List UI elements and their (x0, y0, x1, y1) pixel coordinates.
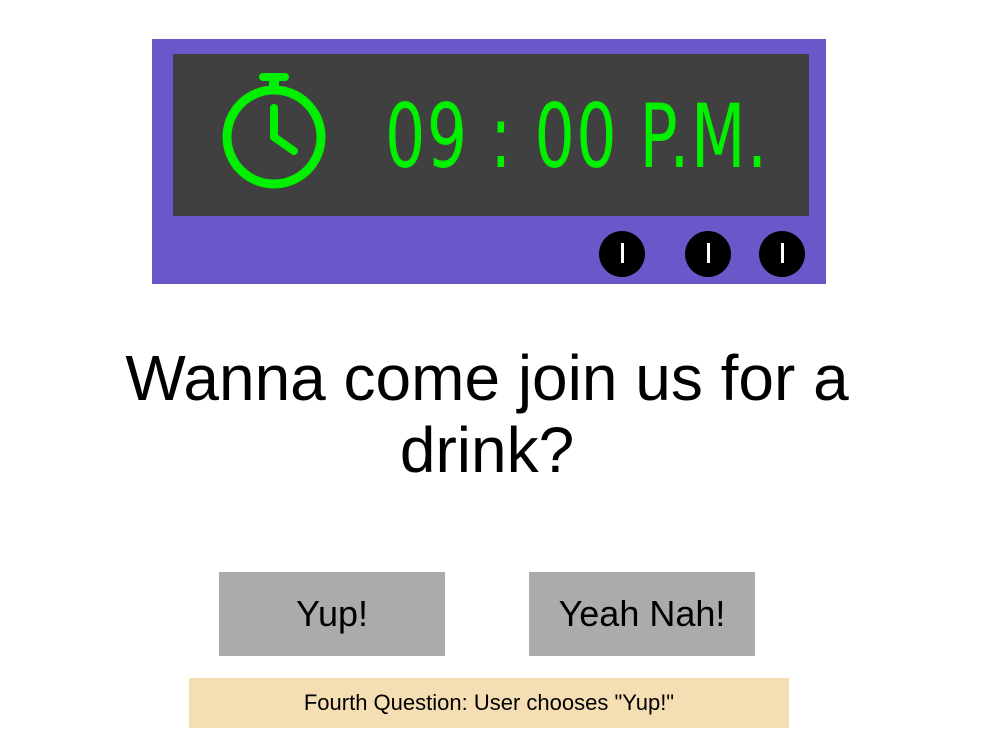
clock-button-1[interactable] (599, 231, 645, 277)
clock-button-2[interactable] (685, 231, 731, 277)
clock-button-3-mark (781, 243, 784, 263)
clock-display: 09 : 00 P.M. (173, 54, 809, 216)
stopwatch-icon (222, 73, 326, 189)
clock-button-2-mark (707, 243, 710, 263)
alarm-clock: 09 : 00 P.M. (152, 39, 826, 284)
clock-button-3[interactable] (759, 231, 805, 277)
yup-button[interactable]: Yup! (219, 572, 445, 656)
clock-time: 09 : 00 P.M. (385, 85, 769, 188)
question-text: Wanna come join us for a drink? (125, 342, 849, 486)
caption-banner: Fourth Question: User chooses "Yup!" (189, 678, 789, 728)
yeah-nah-button[interactable]: Yeah Nah! (529, 572, 755, 656)
clock-button-1-mark (621, 243, 624, 263)
